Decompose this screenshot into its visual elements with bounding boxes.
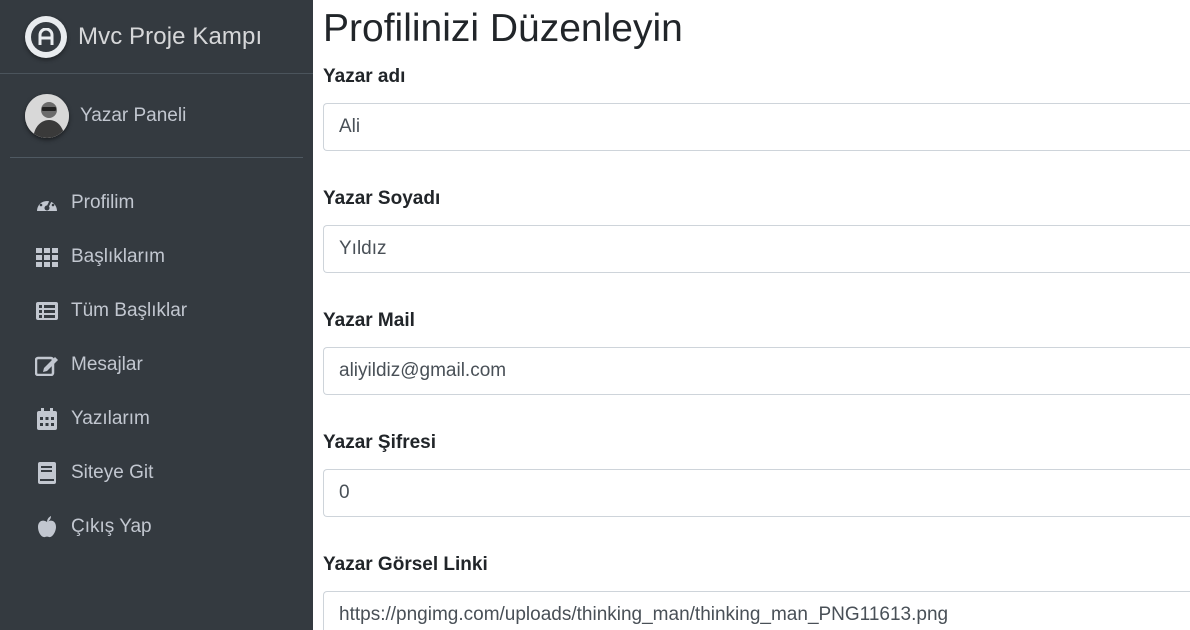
- image-link-label: Yazar Görsel Linki: [323, 554, 488, 575]
- sidebar-item-cikis-yap[interactable]: Çıkış Yap: [0, 500, 313, 554]
- sidebar-item-label: Başlıklarım: [71, 246, 165, 267]
- grid-icon: [35, 246, 59, 268]
- user-name: Yazar Paneli: [80, 104, 187, 126]
- mail-field[interactable]: [323, 347, 1190, 395]
- brand-logo-icon: [25, 15, 67, 58]
- last-name-label: Yazar Soyadı: [323, 188, 441, 209]
- password-field[interactable]: [323, 469, 1190, 517]
- sidebar-item-label: Profilim: [71, 192, 135, 213]
- sidebar-item-label: Tüm Başlıklar: [71, 300, 188, 321]
- sidebar-item-label: Çıkış Yap: [71, 516, 152, 537]
- sidebar-item-siteye-git[interactable]: Siteye Git: [0, 446, 313, 500]
- page-title: Profilinizi Düzenleyin: [323, 7, 683, 50]
- sidebar-item-label: Yazılarım: [71, 408, 150, 429]
- sidebar-nav: Profilim Başlıklarım Tüm Başlıklar Mesaj…: [0, 176, 313, 554]
- password-label: Yazar Şifresi: [323, 432, 437, 453]
- calendar-icon: [35, 408, 59, 430]
- sidebar-item-mesajlar[interactable]: Mesajlar: [0, 338, 313, 392]
- sidebar-item-profilim[interactable]: Profilim: [0, 176, 313, 230]
- book-icon: [35, 462, 59, 484]
- mail-label: Yazar Mail: [323, 310, 415, 331]
- edit-icon: [35, 354, 59, 376]
- brand-link[interactable]: Mvc Proje Kampı: [0, 0, 313, 74]
- sidebar-item-label: Mesajlar: [71, 354, 143, 375]
- sidebar-item-label: Siteye Git: [71, 462, 154, 483]
- avatar: [25, 93, 69, 138]
- tachometer-icon: [35, 192, 59, 214]
- main-content: Profilinizi Düzenleyin Yazar adı Yazar S…: [313, 0, 1190, 630]
- sidebar: Mvc Proje Kampı Yazar Paneli Profilim Ba…: [0, 0, 313, 630]
- user-panel[interactable]: Yazar Paneli: [10, 74, 303, 158]
- apple-icon: [35, 516, 59, 538]
- brand-name: Mvc Proje Kampı: [78, 22, 263, 50]
- first-name-field[interactable]: [323, 103, 1190, 151]
- first-name-label: Yazar adı: [323, 66, 406, 87]
- last-name-field[interactable]: [323, 225, 1190, 273]
- image-link-field[interactable]: [323, 591, 1190, 630]
- sidebar-item-basliklarim[interactable]: Başlıklarım: [0, 230, 313, 284]
- sidebar-item-tum-basliklar[interactable]: Tüm Başlıklar: [0, 284, 313, 338]
- sidebar-item-yazilarim[interactable]: Yazılarım: [0, 392, 313, 446]
- list-icon: [35, 300, 59, 322]
